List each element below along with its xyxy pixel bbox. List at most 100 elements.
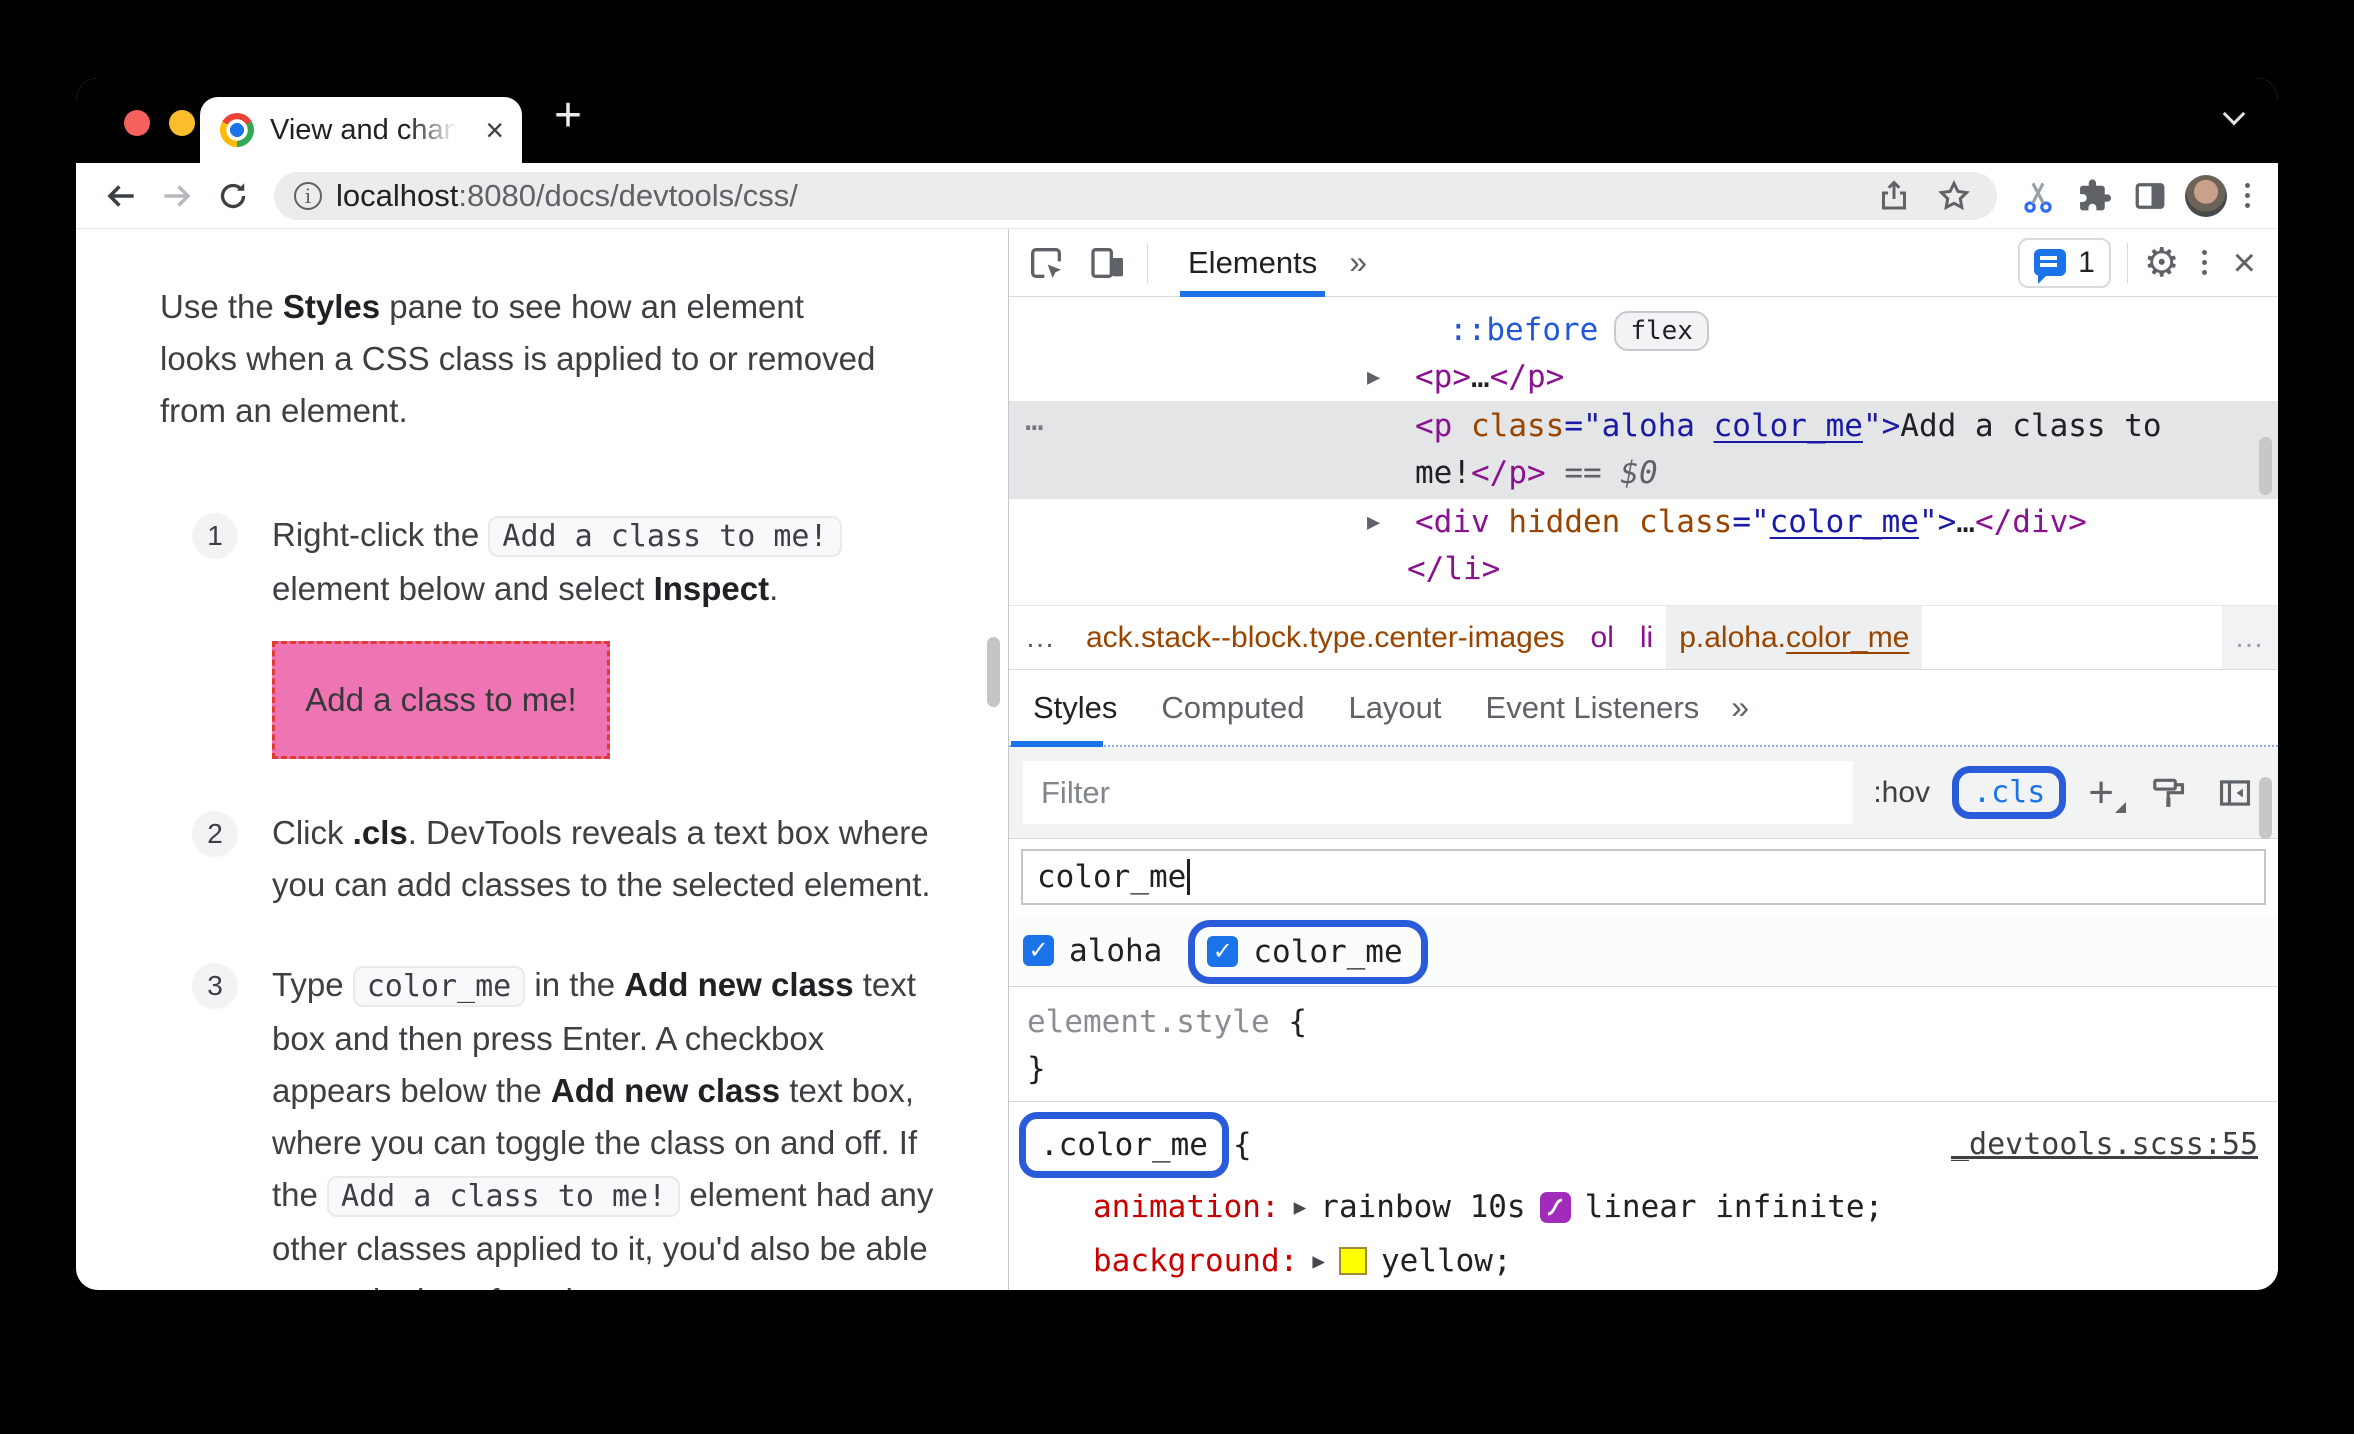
css-property-animation[interactable]: animation: ▶ rainbow 10s linear infinite… xyxy=(1093,1182,2260,1232)
tab-elements[interactable]: Elements xyxy=(1178,229,1327,297)
devtools-settings-button[interactable]: ⚙ xyxy=(2144,243,2180,283)
class-checkbox-aloha[interactable]: ✓ aloha xyxy=(1023,933,1162,969)
device-toolbar-button[interactable] xyxy=(1085,240,1131,286)
cubic-bezier-icon[interactable] xyxy=(1539,1191,1571,1223)
step-3-text: Type color_me in the Add new class text … xyxy=(272,966,934,1290)
breadcrumb-li[interactable]: li xyxy=(1627,606,1666,669)
element-style-selector[interactable]: element.style xyxy=(1027,1004,1270,1040)
browser-menu-button[interactable] xyxy=(2239,177,2256,214)
dom-row-selected-p[interactable]: … <p class="aloha color_me">Add a class t… xyxy=(1009,401,2278,499)
add-class-demo-box[interactable]: Add a class to me! xyxy=(272,641,610,759)
breadcrumb-ol[interactable]: ol xyxy=(1578,606,1627,669)
browser-window: View and change CSS - Chrome × + i local… xyxy=(76,78,2278,1290)
device-toolbar-icon xyxy=(1091,247,1123,278)
expand-arrow-icon[interactable]: ▶ xyxy=(1367,499,1380,546)
dom-row-p-collapsed[interactable]: ▶ <p>…</p> xyxy=(1009,354,2278,401)
toolbar-divider xyxy=(1147,242,1148,283)
scissors-icon xyxy=(2024,182,2052,213)
step-3-number: 3 xyxy=(192,963,238,1009)
collapse-panel-icon xyxy=(2219,779,2251,806)
tab-styles[interactable]: Styles xyxy=(1011,670,1139,747)
back-button[interactable] xyxy=(98,173,144,219)
css-property-background[interactable]: background: ▶ yellow; xyxy=(1093,1236,2260,1286)
active-tab-underline xyxy=(1011,741,1104,747)
doc-pane: Use the Styles pane to see how an elemen… xyxy=(76,229,1008,1290)
tab-computed[interactable]: Computed xyxy=(1139,670,1326,745)
class-toggle-row: ✓ aloha ✓ color_me xyxy=(1009,915,2278,987)
toolbar-divider xyxy=(2126,242,2128,283)
tab-event-listeners[interactable]: Event Listeners xyxy=(1464,670,1722,745)
breadcrumb-overflow-right[interactable]: … xyxy=(2222,606,2278,669)
minimize-window-button[interactable] xyxy=(169,110,195,136)
profile-avatar[interactable] xyxy=(2183,173,2229,219)
annotation-ring-cls: .cls xyxy=(1952,766,2067,819)
rendering-emulation-button[interactable] xyxy=(2146,770,2192,816)
more-panels-chevron-icon[interactable]: » xyxy=(1343,244,1373,281)
add-new-class-input[interactable]: color_me xyxy=(1021,849,2266,905)
paint-roller-icon xyxy=(2153,778,2185,807)
styles-scrollbar-thumb[interactable] xyxy=(2259,777,2272,839)
clip-extension-button[interactable] xyxy=(2015,173,2061,219)
step-2-number: 2 xyxy=(192,811,238,857)
message-bubble-icon xyxy=(2034,249,2067,284)
checkbox-checked-icon[interactable]: ✓ xyxy=(1207,936,1239,967)
styles-filter-input[interactable] xyxy=(1023,761,1854,824)
doc-scrollbar-thumb[interactable] xyxy=(987,637,1000,707)
collapse-pane-button[interactable] xyxy=(2212,770,2258,816)
dom-row-div-hidden[interactable]: ▶ <div hidden class="color_me">…</div> xyxy=(1009,499,2278,546)
dom-row-li-close[interactable]: </li> xyxy=(1009,546,2278,593)
puzzle-icon xyxy=(2080,178,2112,210)
inspect-cursor-icon xyxy=(1031,247,1061,278)
chrome-favicon-icon xyxy=(220,113,254,147)
color-swatch-yellow[interactable] xyxy=(1338,1247,1367,1275)
code-chip: Add a class to me! xyxy=(327,1176,681,1217)
rule-selector[interactable]: .color_me xyxy=(1040,1127,1208,1163)
dom-scrollbar-thumb[interactable] xyxy=(2259,437,2272,495)
checkbox-checked-icon[interactable]: ✓ xyxy=(1023,935,1054,966)
browser-tab[interactable]: View and change CSS - Chrome × xyxy=(200,97,522,163)
new-tab-button[interactable]: + xyxy=(554,92,582,140)
expand-value-arrow-icon[interactable]: ▶ xyxy=(1312,1236,1325,1286)
site-info-icon[interactable]: i xyxy=(294,181,322,210)
address-bar[interactable]: i localhost:8080/docs/devtools/css/ xyxy=(274,171,1997,220)
class-checkbox-color-me[interactable]: ✓ color_me xyxy=(1207,934,1403,970)
styles-filter-bar: :hov .cls + xyxy=(1009,747,2278,839)
extensions-button[interactable] xyxy=(2071,173,2117,219)
tab-layout[interactable]: Layout xyxy=(1326,670,1463,745)
step-1-number: 1 xyxy=(192,513,238,559)
bookmark-button[interactable] xyxy=(1931,173,1977,219)
breadcrumb-stack[interactable]: ack.stack--block.type.center-images xyxy=(1073,606,1578,669)
share-button[interactable] xyxy=(1871,173,1917,219)
breadcrumb-p-aloha-color-me[interactable]: p.aloha. color_me xyxy=(1666,606,1923,669)
hov-toggle-button[interactable]: :hov xyxy=(1873,776,1930,810)
tab-close-icon[interactable]: × xyxy=(485,114,504,146)
side-panel-icon xyxy=(2135,182,2165,209)
share-icon xyxy=(1882,179,1906,209)
reload-button[interactable] xyxy=(210,173,256,219)
tab-search-chevron-icon[interactable] xyxy=(2222,102,2246,126)
issues-count: 1 xyxy=(2078,245,2095,279)
expand-arrow-icon[interactable]: ▶ xyxy=(1367,354,1380,401)
code-chip: Add a class to me! xyxy=(488,516,842,557)
devtools-close-button[interactable]: × xyxy=(2229,243,2260,283)
dom-breadcrumbs: … ack.stack--block.type.center-images ol… xyxy=(1009,605,2278,669)
more-tabs-chevron-icon[interactable]: » xyxy=(1721,689,1759,726)
dom-row-before-pseudo[interactable]: ::before flex xyxy=(1009,307,2278,354)
new-style-rule-button[interactable]: + xyxy=(2088,770,2126,815)
issues-badge-button[interactable]: 1 xyxy=(2018,237,2111,288)
side-panel-button[interactable] xyxy=(2127,173,2173,219)
flex-badge[interactable]: flex xyxy=(1614,310,1709,351)
breadcrumb-overflow-left[interactable]: … xyxy=(1009,621,1073,655)
close-window-button[interactable] xyxy=(124,110,150,136)
stylesheet-source-link[interactable]: _devtools.scss:55 xyxy=(1951,1120,2258,1170)
devtools-menu-button[interactable] xyxy=(2196,244,2213,281)
content-area: Use the Styles pane to see how an elemen… xyxy=(76,229,2278,1290)
styles-tab-bar: Styles Computed Layout Event Listeners » xyxy=(1009,669,2278,747)
back-arrow-icon xyxy=(107,184,134,207)
inspect-element-button[interactable] xyxy=(1023,240,1069,286)
avatar xyxy=(2185,174,2227,217)
cls-toggle-button[interactable]: .cls xyxy=(1973,775,2045,810)
forward-button[interactable] xyxy=(154,173,200,219)
doc-step-2: 2 Click .cls. DevTools reveals a text bo… xyxy=(192,807,948,911)
expand-value-arrow-icon[interactable]: ▶ xyxy=(1294,1182,1307,1232)
